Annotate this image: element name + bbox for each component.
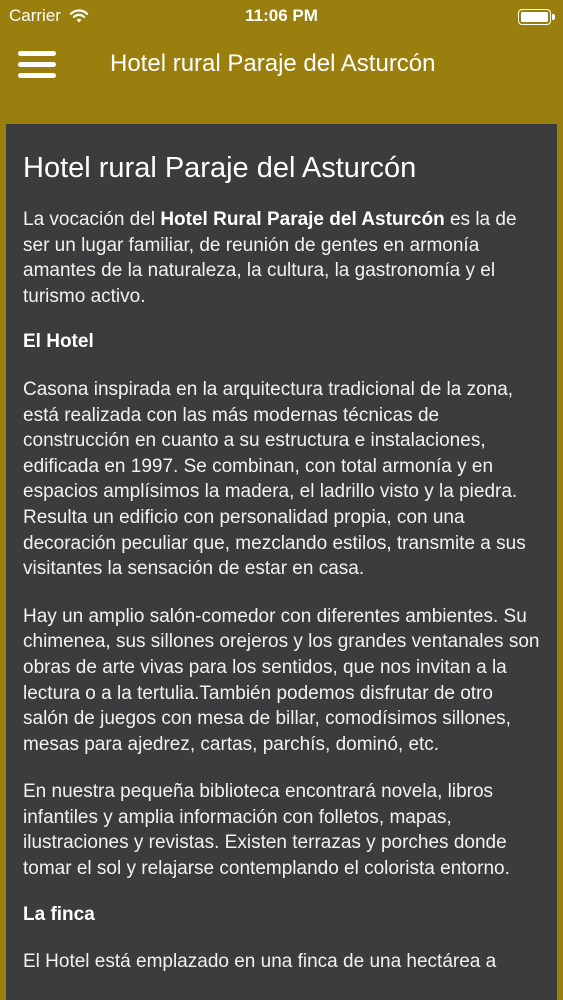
section-heading-hotel: El Hotel <box>23 331 94 353</box>
content-card: Hotel rural Paraje del Asturcón La vocac… <box>6 124 557 1000</box>
nav-title: Hotel rural Paraje del Asturcón <box>110 50 436 77</box>
section-heading-finca: La finca <box>23 903 95 925</box>
intro-paragraph: La vocación del Hotel Rural Paraje del A… <box>23 209 517 307</box>
status-time: 11:06 PM <box>245 6 318 25</box>
hotel-paragraph-1: Casona inspirada en la arquitectura trad… <box>23 378 526 580</box>
battery-icon <box>518 9 555 25</box>
hotel-paragraph-2: Hay un amplio salón-comedor con diferent… <box>23 605 540 755</box>
hamburger-menu-icon[interactable] <box>18 51 56 79</box>
hotel-paragraph-3: En nuestra pequeña biblioteca encontrará… <box>23 781 510 880</box>
intro-hotel-name: Hotel Rural Paraje del Asturcón <box>160 209 445 230</box>
finca-paragraph-1: El Hotel está emplazado en una finca de … <box>23 951 497 973</box>
status-bar: Carrier 11:06 PM <box>0 0 563 34</box>
nav-bar: Hotel rural Paraje del Asturcón <box>0 34 563 98</box>
page-title: Hotel rural Paraje del Asturcón <box>23 152 417 184</box>
